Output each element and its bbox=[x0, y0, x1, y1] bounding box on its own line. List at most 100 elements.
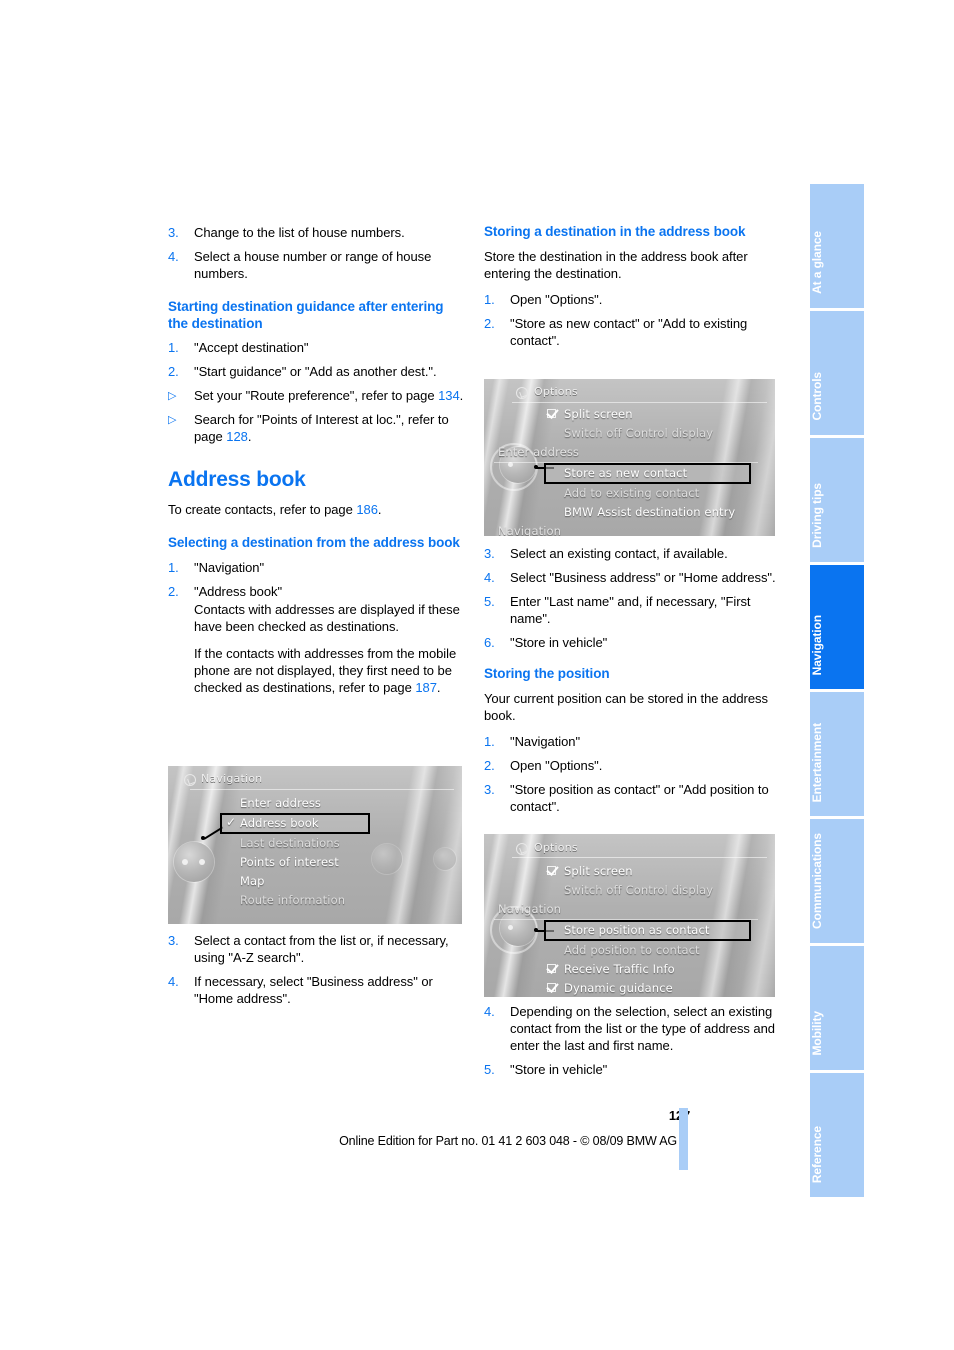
menu-section-header: Navigation bbox=[494, 522, 758, 536]
tab-label: Controls bbox=[810, 372, 824, 421]
page-reference-link[interactable]: 134 bbox=[438, 388, 460, 403]
step-text: Open "Options". bbox=[510, 757, 603, 773]
manual-page: 3. Change to the list of house numbers. … bbox=[0, 0, 954, 1350]
list-item: 4. If necessary, select "Business addres… bbox=[168, 973, 464, 1007]
idrive-menu-list: Enter address ✓ Address book Last destin… bbox=[220, 794, 372, 910]
tab-controls[interactable]: Controls bbox=[810, 311, 864, 435]
menu-item-label: Switch off Control display bbox=[564, 426, 714, 440]
triangle-bullet-icon: ▷ bbox=[168, 414, 177, 426]
idrive-title: Options bbox=[534, 841, 578, 854]
list-item: 6. "Store in vehicle" bbox=[484, 634, 780, 651]
options-icon bbox=[516, 387, 528, 399]
tab-driving-tips[interactable]: Driving tips bbox=[810, 438, 864, 562]
menu-item-label: Store position as contact bbox=[564, 923, 710, 937]
list-item: 2. Open "Options". bbox=[484, 757, 780, 774]
menu-item-selected[interactable]: Store position as contact bbox=[544, 920, 751, 941]
intro-text: To create contacts, refer to page bbox=[168, 502, 357, 517]
step-text: "Start guidance" or "Add as another dest… bbox=[194, 364, 437, 379]
list-item: 3. "Store position as contact" or "Add p… bbox=[484, 781, 780, 815]
tab-at-a-glance[interactable]: At a glance bbox=[810, 184, 864, 308]
step-text: If necessary, select "Business address" … bbox=[194, 974, 433, 1006]
section-heading-selecting-destination: Selecting a destination from the address… bbox=[168, 535, 460, 550]
menu-item-label: Store as new contact bbox=[564, 466, 688, 480]
tab-label: Driving tips bbox=[810, 483, 824, 548]
triangle-bullet-icon: ▷ bbox=[168, 390, 177, 402]
left-text-column-lower: 3. Select a contact from the list or, if… bbox=[168, 932, 464, 1014]
tab-mobility[interactable]: Mobility bbox=[810, 946, 864, 1070]
list-item: 2. "Store as new contact" or "Add to exi… bbox=[484, 315, 780, 349]
step-marker: 2. bbox=[484, 315, 495, 331]
menu-item-label: Split screen bbox=[564, 407, 633, 421]
menu-item-label: Last destinations bbox=[240, 836, 340, 850]
menu-item-label: Switch off Control display bbox=[564, 883, 714, 897]
step-subtext: Contacts with addresses are displayed if… bbox=[194, 601, 460, 634]
menu-item-label: Add to existing contact bbox=[564, 486, 700, 500]
menu-item[interactable]: Last destinations bbox=[222, 834, 372, 853]
menu-section-label: Enter address bbox=[498, 445, 580, 459]
leader-dot bbox=[534, 465, 538, 469]
tab-reference[interactable]: Reference bbox=[810, 1073, 864, 1197]
step-marker: 5. bbox=[484, 1062, 495, 1077]
step-text: Select "Business address" or "Home addre… bbox=[510, 570, 776, 585]
menu-section-label: Navigation bbox=[498, 524, 562, 536]
step-text: Depending on the selection, select an ex… bbox=[510, 1004, 775, 1053]
step-text: "Store in vehicle" bbox=[510, 635, 608, 650]
menu-item[interactable]: Switch off Control display bbox=[546, 881, 751, 900]
checkmark-icon: ✓ bbox=[226, 815, 237, 829]
menu-item-label: Points of interest bbox=[240, 855, 339, 869]
page-reference-link[interactable]: 128 bbox=[226, 429, 248, 444]
list-item: 1. "Accept destination" bbox=[168, 339, 464, 356]
step-text: Open "Options". bbox=[510, 291, 603, 307]
menu-item[interactable]: BMW Assist destination entry bbox=[546, 503, 751, 522]
menu-item[interactable]: Dynamic guidance bbox=[546, 979, 751, 997]
step-text: "Store in vehicle" bbox=[510, 1062, 608, 1077]
page-reference-link[interactable]: 186 bbox=[356, 502, 378, 517]
tab-label: Communications bbox=[810, 833, 824, 929]
tab-communications[interactable]: Communications bbox=[810, 819, 864, 943]
idrive-menu-list: Split screen Switch off Control display … bbox=[494, 862, 758, 997]
chapter-tab-strip: At a glance Controls Driving tips Naviga… bbox=[810, 184, 864, 1197]
menu-item[interactable]: Route information bbox=[222, 891, 372, 910]
menu-item[interactable]: Split screen bbox=[546, 862, 751, 881]
list-item: 2. "Address book" Contacts with addresse… bbox=[168, 583, 464, 696]
menu-item[interactable]: Add position to contact bbox=[546, 941, 751, 960]
menu-item-label: BMW Assist destination entry bbox=[564, 505, 736, 519]
tab-entertainment[interactable]: Entertainment bbox=[810, 692, 864, 816]
step-marker: 1. bbox=[168, 340, 179, 355]
tab-navigation[interactable]: Navigation bbox=[810, 565, 864, 689]
controller-knob-secondary-icon bbox=[372, 844, 402, 874]
step-text: "Store as new contact" or "Add to existi… bbox=[510, 315, 748, 348]
list-item: 2. "Start guidance" or "Add as another d… bbox=[168, 363, 464, 380]
menu-item[interactable]: Switch off Control display bbox=[546, 424, 751, 443]
menu-item[interactable]: Add to existing contact bbox=[546, 484, 751, 503]
figure-options-menu-destination: Options Split screen Switch off Control … bbox=[484, 379, 775, 536]
menu-item[interactable]: Split screen bbox=[546, 405, 751, 424]
menu-section-header: Navigation bbox=[494, 900, 758, 920]
step-marker: 2. bbox=[168, 364, 179, 379]
tab-label: Navigation bbox=[810, 614, 824, 675]
controller-knob-dot-right bbox=[199, 859, 205, 865]
section-intro: Your current position can be stored in t… bbox=[484, 690, 768, 723]
menu-item[interactable]: Receive Traffic Info bbox=[546, 960, 751, 979]
page-reference-link[interactable]: 187 bbox=[415, 680, 437, 695]
menu-item-selected[interactable]: ✓ Address book bbox=[220, 813, 370, 834]
menu-item-label: Enter address bbox=[240, 796, 322, 810]
step-marker: 5. bbox=[484, 594, 495, 609]
step-marker: 1. bbox=[484, 733, 495, 749]
section-heading-storing-destination: Storing a destination in the address boo… bbox=[484, 224, 746, 239]
step-text: Select a contact from the list or, if ne… bbox=[194, 933, 449, 965]
right-text-column: Storing a destination in the address boo… bbox=[484, 224, 780, 356]
menu-item[interactable]: Map bbox=[222, 872, 372, 891]
menu-item-selected[interactable]: Store as new contact bbox=[544, 463, 751, 484]
step-marker: 4. bbox=[484, 570, 495, 585]
right-text-column-mid: 3. Select an existing contact, if availa… bbox=[484, 545, 780, 822]
controller-knob-dot-left bbox=[182, 859, 188, 865]
menu-item[interactable]: Enter address bbox=[222, 794, 372, 813]
tab-label: Reference bbox=[810, 1125, 824, 1183]
list-item: ▷ Search for "Points of Interest at loc.… bbox=[168, 411, 464, 445]
list-item: 4. Depending on the selection, select an… bbox=[484, 1003, 780, 1054]
step-marker: 3. bbox=[484, 546, 495, 561]
step-marker: 1. bbox=[484, 291, 495, 307]
menu-item[interactable]: Points of interest bbox=[222, 853, 372, 872]
step-subtext-2-tail: . bbox=[436, 679, 441, 695]
